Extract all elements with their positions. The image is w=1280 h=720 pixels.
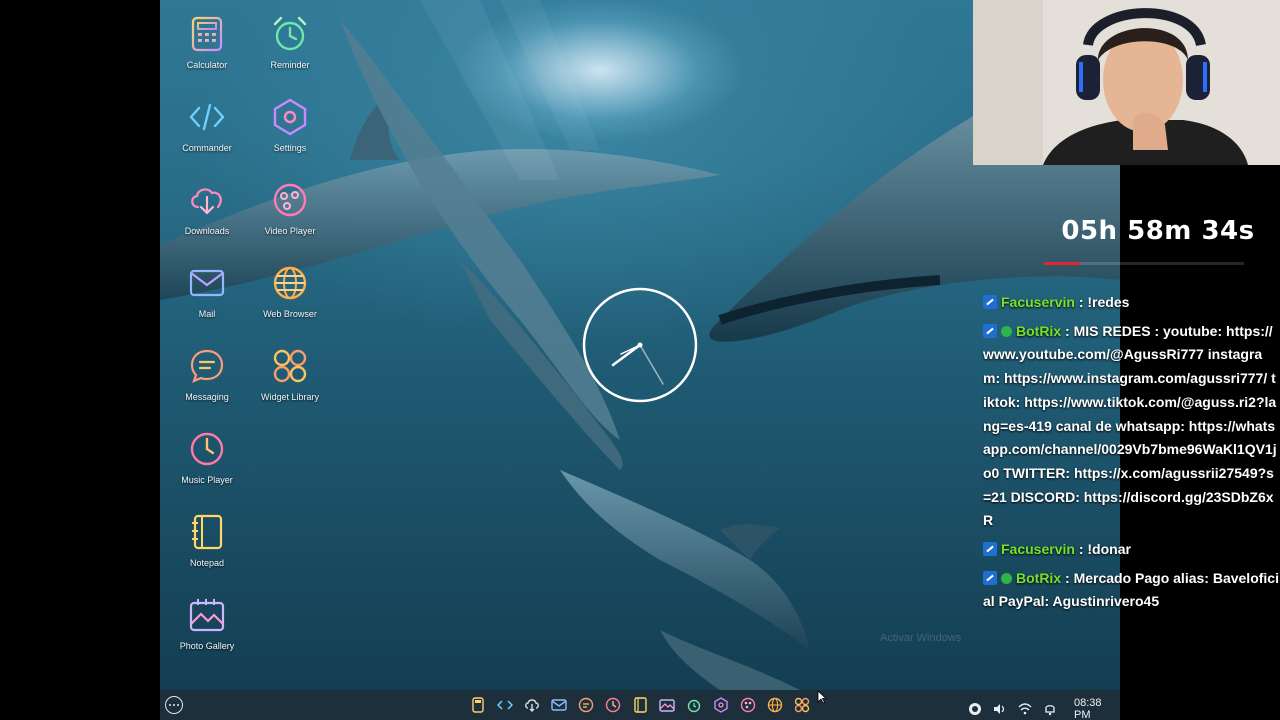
taskbar-chat-bubble-icon[interactable]	[578, 697, 594, 713]
music-player-icon	[187, 429, 227, 469]
widget-grid-icon	[270, 346, 310, 386]
desktop-app-web-browser[interactable]: Web Browser	[248, 263, 332, 346]
taskbar-hexagon-settings-icon[interactable]	[713, 697, 729, 713]
taskbar-code-icon[interactable]	[496, 697, 514, 713]
app-label: Music Player	[181, 475, 233, 485]
desktop-app-reminder[interactable]: Reminder	[248, 14, 332, 97]
desktop-app-settings[interactable]: Settings	[248, 97, 332, 180]
app-label: Photo Gallery	[179, 641, 235, 651]
alarm-clock-icon	[270, 14, 310, 54]
app-label: Widget Library	[260, 392, 320, 402]
chat-text: : MIS REDES : youtube: https://www.youtu…	[983, 322, 1277, 529]
chat-message: BotRix : Mercado Pago alias: Baveloficia…	[983, 567, 1279, 614]
taskbar-widget-grid-icon[interactable]	[794, 697, 810, 713]
taskbar-notepad-icon[interactable]	[632, 697, 648, 713]
chat-message: Facuservin : !redes	[983, 291, 1279, 315]
start-menu-button[interactable]	[165, 696, 183, 714]
app-label: Messaging	[185, 392, 229, 402]
app-label: Calculator	[186, 60, 228, 70]
verified-bot-icon	[1001, 572, 1012, 584]
video-player-icon	[270, 180, 310, 220]
chat-text: : !redes	[1074, 294, 1130, 310]
desktop-app-downloads[interactable]: Downloads	[165, 180, 249, 263]
app-label: Reminder	[270, 60, 310, 70]
app-label: Commander	[182, 143, 232, 153]
taskbar-video-player-icon[interactable]	[740, 697, 756, 713]
chat-username: Facuservin	[1001, 294, 1075, 310]
volume-icon[interactable]	[993, 702, 1007, 716]
desktop-app-commander[interactable]: Commander	[165, 97, 249, 180]
hexagon-settings-icon	[270, 97, 310, 137]
desktop-icons-column-2: Reminder Settings Video Player Web Brows…	[248, 14, 332, 429]
app-label: Web Browser	[263, 309, 317, 319]
stream-chat-overlay: Facuservin : !redes BotRix : MIS REDES :…	[983, 291, 1279, 619]
system-tray: 08:38 PM	[968, 697, 1120, 720]
record-status-icon[interactable]	[968, 702, 982, 716]
activate-windows-watermark: Activar Windows	[880, 632, 962, 644]
chat-message: Facuservin : !donar	[983, 538, 1279, 562]
taskbar-cloud-download-icon[interactable]	[524, 697, 540, 713]
photo-gallery-icon	[187, 595, 227, 635]
left-letterbox	[0, 0, 160, 720]
moderator-badge-icon	[983, 570, 997, 585]
chat-username: BotRix	[1016, 569, 1062, 586]
webcam-overlay	[973, 0, 1280, 165]
stream-uptime-timer: 05h 58m 34s	[1061, 216, 1255, 246]
chat-bubble-icon	[187, 346, 227, 386]
taskbar-photo-gallery-icon[interactable]	[659, 697, 675, 713]
chat-message: BotRix : MIS REDES : youtube: https://ww…	[983, 320, 1279, 533]
taskbar-globe-icon[interactable]	[767, 697, 783, 713]
desktop-app-calculator[interactable]: Calculator	[165, 14, 249, 97]
desktop-app-music-player[interactable]: Music Player	[165, 429, 249, 512]
desktop-app-notepad[interactable]: Notepad	[165, 512, 249, 595]
calculator-icon	[187, 14, 227, 54]
desktop-icons-column-1: Calculator Commander Downloads Mail Mess…	[165, 14, 249, 678]
timer-progress-track	[1044, 262, 1244, 265]
taskbar-mail-icon[interactable]	[551, 697, 567, 713]
streamer-webcam-image	[973, 0, 1280, 165]
app-label: Notepad	[189, 558, 225, 568]
notification-bell-icon[interactable]	[1043, 702, 1057, 716]
timer-progress-fill	[1044, 262, 1080, 265]
chat-username: Facuservin	[1001, 541, 1075, 558]
taskbar-music-player-icon[interactable]	[605, 697, 621, 713]
desktop-app-widget-library[interactable]: Widget Library	[248, 346, 332, 429]
chat-text: : !donar	[1074, 541, 1131, 558]
notepad-icon	[187, 512, 227, 552]
moderator-badge-icon	[983, 323, 997, 338]
verified-bot-icon	[1001, 325, 1012, 337]
globe-icon	[270, 263, 310, 303]
app-label: Downloads	[184, 226, 230, 236]
mail-icon	[187, 263, 227, 303]
analog-clock-widget	[582, 287, 698, 403]
app-label: Video Player	[264, 226, 316, 236]
taskbar-calculator-icon[interactable]	[470, 697, 486, 713]
taskbar-clock[interactable]: 08:38 PM	[1074, 697, 1120, 720]
desktop-app-mail[interactable]: Mail	[165, 263, 249, 346]
cloud-download-icon	[187, 180, 227, 220]
desktop-app-video-player[interactable]: Video Player	[248, 180, 332, 263]
desktop-app-messaging[interactable]: Messaging	[165, 346, 249, 429]
app-label: Mail	[198, 309, 216, 319]
taskbar-alarm-clock-icon[interactable]	[686, 697, 702, 713]
moderator-badge-icon	[983, 542, 997, 557]
taskbar-app-list	[470, 697, 810, 713]
taskbar: 08:38 PM	[160, 690, 1120, 720]
moderator-badge-icon	[983, 295, 997, 309]
app-label: Settings	[273, 143, 307, 153]
code-icon	[187, 97, 227, 137]
mouse-cursor-icon	[817, 690, 827, 704]
chat-username: BotRix	[1016, 322, 1062, 339]
wifi-icon[interactable]	[1018, 702, 1032, 716]
desktop-app-photo-gallery[interactable]: Photo Gallery	[165, 595, 249, 678]
